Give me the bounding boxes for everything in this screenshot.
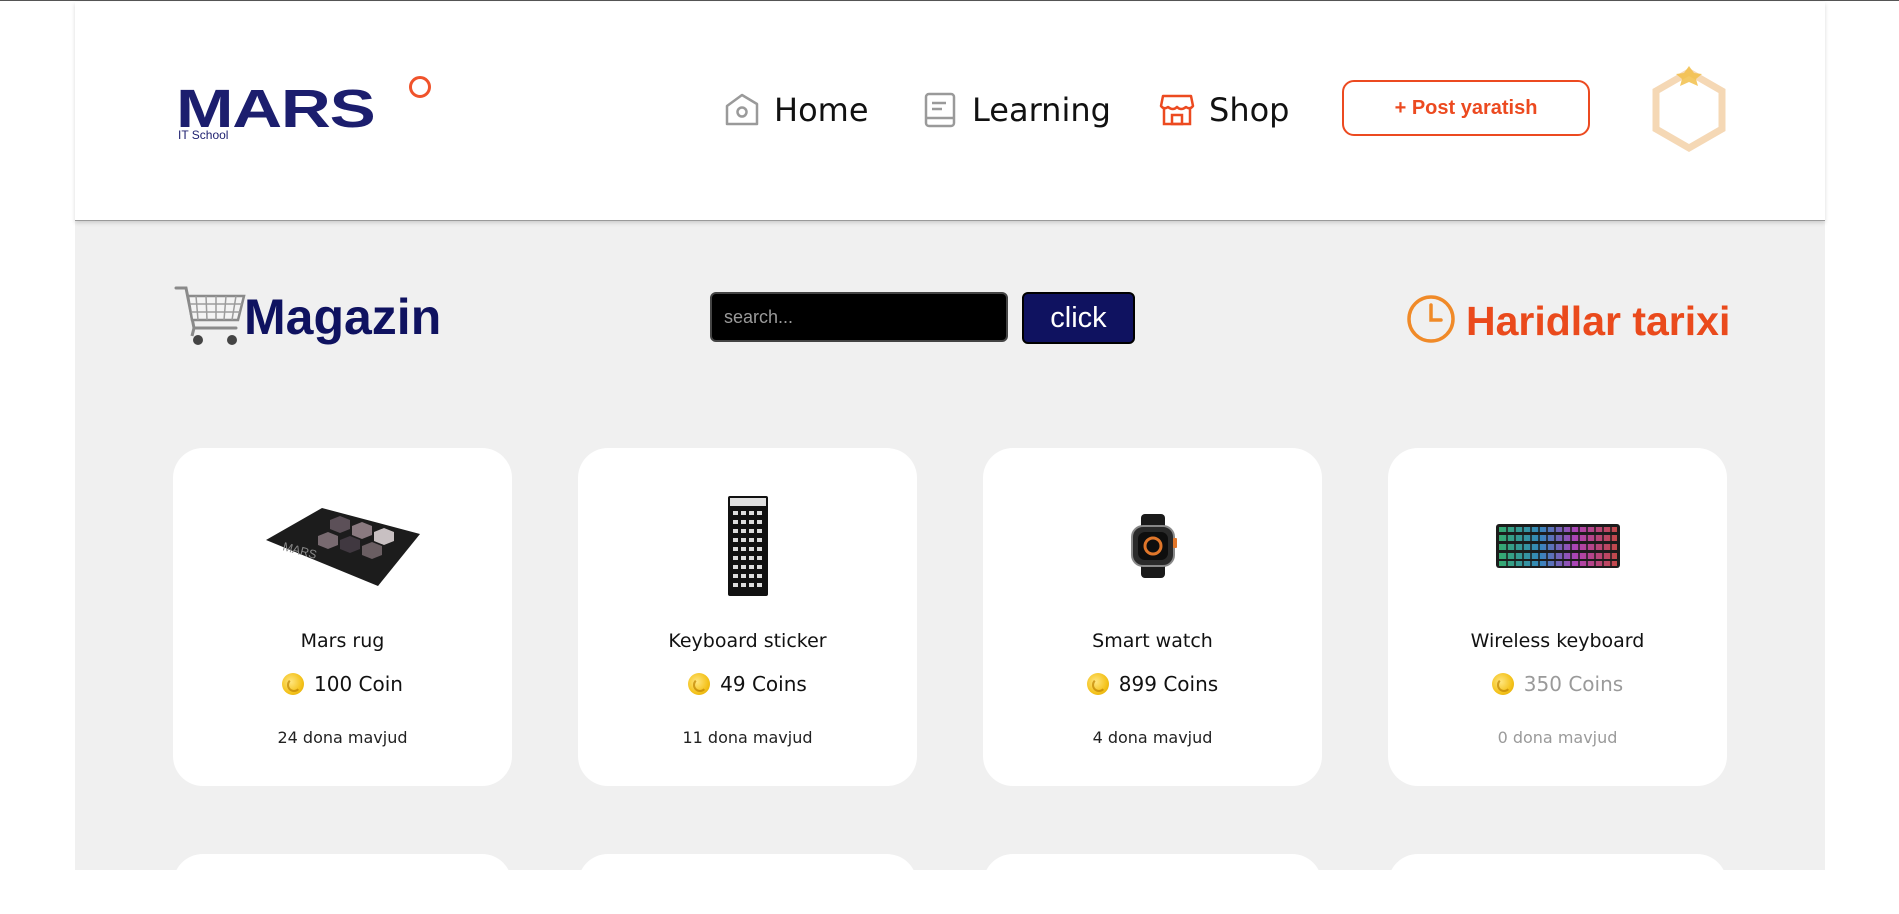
product-name: Mars rug: [300, 630, 385, 652]
coin-icon: [1086, 673, 1109, 695]
nav-learning-label: Learning: [972, 91, 1111, 129]
product-card[interactable]: Keyboard sticker 49 Coins 11 dona mavjud: [578, 448, 917, 786]
nav-home-label: Home: [774, 91, 869, 129]
product-price: 899 Coins: [983, 672, 1322, 696]
product-price-value: 899 Coins: [1118, 672, 1219, 696]
product-price-value: 350 Coins: [1523, 672, 1624, 696]
product-price-value: 49 Coins: [720, 672, 807, 696]
product-stock: 24 dona mavjud: [277, 728, 408, 747]
post-create-button[interactable]: + Post yaratish: [1342, 80, 1590, 136]
product-card[interactable]: Smart watch 899 Coins 4 dona mavjud: [983, 448, 1322, 786]
top-border: [0, 0, 1899, 1]
product-card[interactable]: Wireless keyboard 350 Coins 0 dona mavju…: [1388, 448, 1727, 786]
product-name: Wireless keyboard: [1470, 630, 1645, 652]
coin-icon: [1491, 673, 1514, 695]
clock-icon: [1406, 294, 1456, 349]
logo[interactable]: MARS IT School: [176, 76, 436, 146]
nav-shop[interactable]: Shop: [1157, 88, 1289, 132]
product-price: 100 Coin: [173, 672, 512, 696]
coin-icon: [688, 673, 711, 695]
product-stock: 11 dona mavjud: [682, 728, 813, 747]
product-name: Smart watch: [1092, 630, 1213, 652]
hexagon-avatar-icon[interactable]: [1650, 64, 1728, 154]
logo-ring-icon: [409, 76, 431, 98]
product-name: Keyboard sticker: [668, 630, 827, 652]
coin-icon: [282, 673, 305, 695]
product-stock: 4 dona mavjud: [1092, 728, 1213, 747]
home-icon: [722, 90, 762, 130]
nav-shop-label: Shop: [1209, 91, 1290, 129]
cart-icon: [174, 282, 248, 354]
product-card[interactable]: MARS Mars rug 100 Coin 24 dona mavjud: [173, 448, 512, 786]
nav-home[interactable]: Home: [722, 88, 869, 132]
keyboard-image: [1388, 488, 1727, 603]
product-card-partial[interactable]: [578, 854, 917, 914]
product-price: 350 Coins: [1388, 672, 1727, 696]
nav-learning[interactable]: Learning: [920, 88, 1111, 132]
logo-subtitle: IT School: [178, 128, 229, 142]
sticker-image: [578, 488, 917, 603]
product-card-partial[interactable]: [173, 854, 512, 914]
product-price: 49 Coins: [578, 672, 917, 696]
product-card-partial[interactable]: [1388, 854, 1727, 914]
purchase-history-label: Haridlar tarixi: [1466, 297, 1731, 344]
search-input[interactable]: [710, 292, 1008, 342]
page-title: Magazin: [244, 289, 442, 345]
mousepad-image: MARS: [173, 488, 512, 603]
product-stock: 0 dona mavjud: [1497, 728, 1618, 747]
search-button[interactable]: click: [1022, 292, 1135, 344]
product-price-value: 100 Coin: [314, 672, 403, 696]
book-icon: [920, 90, 960, 130]
store-icon: [1157, 90, 1197, 130]
product-card-partial[interactable]: [983, 854, 1322, 914]
watch-image: [983, 488, 1322, 603]
purchase-history-link[interactable]: Haridlar tarixi: [1406, 292, 1730, 350]
